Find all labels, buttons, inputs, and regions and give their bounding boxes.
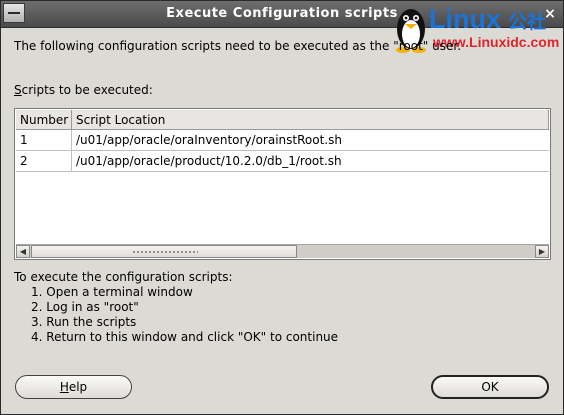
scripts-label-mnemonic: S (14, 83, 22, 97)
instruction-step: 3. Run the scripts (31, 315, 137, 329)
scrollbar-thumb[interactable] (31, 245, 297, 258)
table-row[interactable]: 1 /u01/app/oracle/oraInventory/orainstRo… (16, 130, 549, 151)
intro-text: The following configuration scripts need… (14, 39, 462, 53)
scripts-label: Scripts to be executed: (14, 83, 153, 97)
watermark-brand-suffix: 公社 (508, 10, 546, 33)
instruction-step: 4. Return to this window and click "OK" … (31, 330, 339, 344)
grip-icon (132, 250, 198, 254)
scripts-label-rest: cripts to be executed: (21, 83, 153, 97)
script-location-cell: /u01/app/oracle/product/10.2.0/db_1/root… (76, 154, 342, 168)
instruction-step: 1. Open a terminal window (31, 285, 193, 299)
row-number-cell: 2 (16, 151, 72, 171)
script-location-cell: /u01/app/oracle/oraInventory/orainstRoot… (76, 133, 342, 147)
column-header-number[interactable]: Number (16, 110, 72, 130)
scripts-table[interactable]: Number Script Location 1 /u01/app/oracle… (14, 108, 551, 260)
dialog-window: Execute Configuration scripts × Linux 公社… (0, 0, 564, 415)
instructions: To execute the configuration scripts: 1.… (14, 270, 338, 345)
scroll-left-icon[interactable]: ◀ (16, 245, 30, 258)
row-number-cell: 1 (16, 130, 72, 150)
horizontal-scrollbar[interactable]: ◀ ▶ (16, 244, 549, 258)
help-button-label: elp (68, 380, 88, 394)
table-row[interactable]: 2 /u01/app/oracle/product/10.2.0/db_1/ro… (16, 151, 549, 172)
help-button[interactable]: Help (15, 375, 132, 399)
ok-button[interactable]: OK (431, 375, 549, 399)
scroll-right-icon[interactable]: ▶ (535, 245, 549, 258)
instructions-heading: To execute the configuration scripts: (14, 270, 233, 284)
instruction-step: 2. Log in as "root" (31, 300, 139, 314)
watermark-brand: Linux (429, 4, 501, 34)
instructions-steps: 1. Open a terminal window 2. Log in as "… (14, 285, 338, 345)
help-button-mnemonic: H (59, 380, 69, 394)
column-header-script-location[interactable]: Script Location (72, 110, 549, 130)
